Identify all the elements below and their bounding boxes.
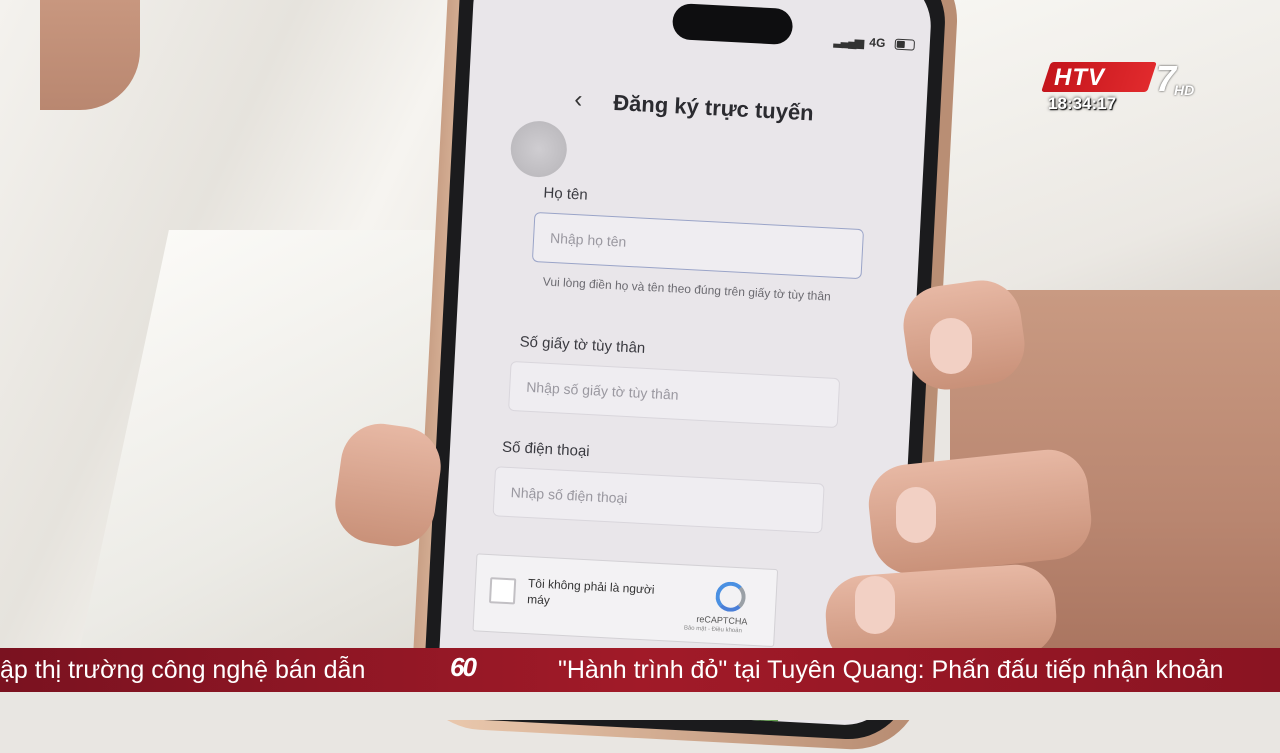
- id-number-input[interactable]: Nhập số giấy tờ tùy thân: [508, 360, 841, 429]
- back-button[interactable]: ‹: [574, 86, 583, 114]
- recaptcha-links[interactable]: Bảo mật - Điều khoản: [684, 625, 742, 634]
- chevron-left-icon: ‹: [573, 85, 584, 114]
- full-name-input[interactable]: Nhập họ tên: [531, 211, 865, 280]
- phone-notch: [671, 2, 794, 46]
- full-name-label: Họ tên: [543, 184, 589, 204]
- battery-icon: [894, 38, 915, 51]
- recaptcha-brand: reCAPTCHA: [696, 613, 748, 627]
- logo-hd: HD: [1174, 82, 1195, 98]
- fingernail: [855, 576, 895, 634]
- status-bar: ▂▃▄▅ 4G: [834, 33, 916, 51]
- network-label: 4G: [869, 35, 886, 51]
- signal-icon: ▂▃▄▅: [833, 33, 863, 49]
- phone-number-label: Số điện thoại: [501, 438, 591, 461]
- captcha-label: Tôi không phải là người máy: [526, 576, 655, 608]
- fingernail: [930, 318, 972, 374]
- logo-text: HTV: [1054, 64, 1105, 91]
- page-title: Đăng ký trực tuyến: [612, 89, 815, 126]
- broadcast-clock: 18:34:17: [1048, 94, 1117, 113]
- full-name-hint: Vui lòng điền họ và tên theo đúng trên g…: [542, 274, 832, 304]
- ticker-logo: 60: [450, 652, 477, 682]
- recaptcha-widget: Tôi không phải là người máy reCAPTCHA Bả…: [472, 553, 779, 648]
- ticker-item-left: ập thị trường công nghệ bán dẫn: [0, 656, 366, 684]
- fingernail: [896, 487, 936, 543]
- avatar: [509, 119, 569, 179]
- recaptcha-icon: [714, 580, 747, 613]
- news-ticker: ập thị trường công nghệ bán dẫn 60 "Hành…: [0, 648, 1280, 692]
- ticker-underbar: [0, 692, 1280, 720]
- ticker-item-right: "Hành trình đỏ" tại Tuyên Quang: Phấn đấ…: [558, 656, 1224, 684]
- captcha-checkbox[interactable]: [488, 577, 517, 605]
- background-shirt-right: [930, 0, 1280, 320]
- phone-number-input[interactable]: Nhập số điện thoại: [492, 466, 825, 534]
- id-number-label: Số giấy tờ tùy thân: [519, 333, 646, 357]
